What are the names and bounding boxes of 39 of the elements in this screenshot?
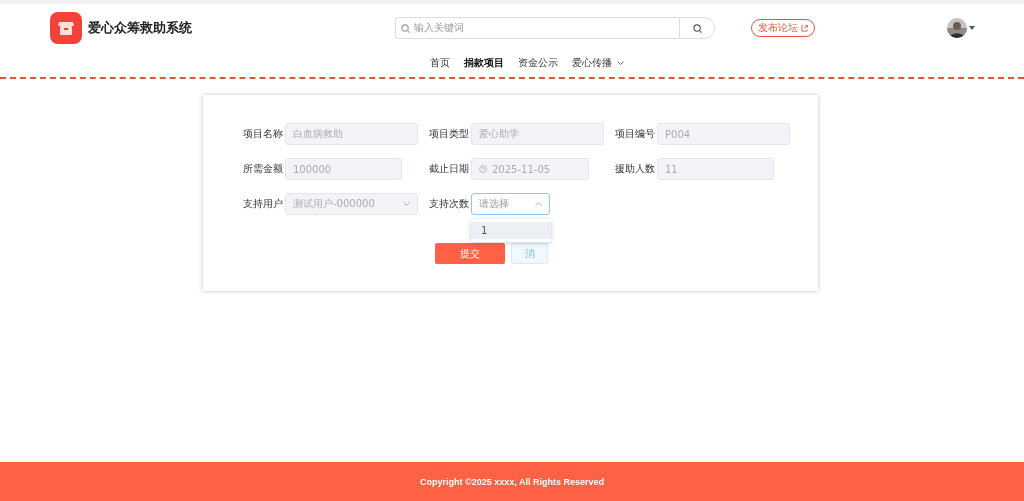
field-value: 11 xyxy=(665,163,678,175)
nav-tab[interactable]: 资金公示 xyxy=(518,56,558,70)
external-link-icon xyxy=(801,24,808,32)
field-value: 2025-11-05 xyxy=(492,163,551,175)
caret-icon[interactable] xyxy=(969,26,975,30)
field-value: P004 xyxy=(665,128,691,140)
chevron-down-icon xyxy=(617,61,624,65)
field-label: 项目类型 xyxy=(429,127,470,141)
nav-tab[interactable]: 爱心传播 xyxy=(572,56,624,70)
logo-icon xyxy=(50,12,82,44)
search-icon xyxy=(692,23,702,33)
search-placeholder: 输入关键词 xyxy=(414,21,464,35)
chevron-up-icon xyxy=(535,202,542,206)
submit-button[interactable]: 提交 xyxy=(435,243,505,264)
field-value: 爱心助学 xyxy=(479,127,519,141)
field-label: 支持次数 xyxy=(429,197,470,211)
field-value: 100000 xyxy=(293,163,332,175)
search-field[interactable]: 输入关键词 xyxy=(395,17,679,39)
copyright-text: Copyright ©2025 xxxx, All Rights Reserved xyxy=(420,477,604,489)
field-label: 所需金额 xyxy=(243,162,284,176)
clock-icon xyxy=(479,165,487,173)
nav-tab[interactable]: 首页 xyxy=(430,56,450,70)
search-button[interactable] xyxy=(679,17,715,39)
nav-tab[interactable]: 捐款项目 xyxy=(464,56,504,70)
search-icon xyxy=(401,23,410,33)
field-label: 援助人数 xyxy=(615,162,656,176)
field-value: 白血病救助 xyxy=(293,127,343,141)
chevron-down-icon xyxy=(403,202,410,206)
select-field[interactable]: 请选择 xyxy=(471,193,550,215)
dropdown-option[interactable]: 1 xyxy=(471,222,551,239)
publish-button[interactable]: 发布论坛 xyxy=(751,19,815,37)
field-label: 截止日期 xyxy=(429,162,470,176)
field-value: 测试用户-000000 xyxy=(293,197,375,211)
site-title: 爱心众筹救助系统 xyxy=(88,19,192,37)
field-label: 项目编号 xyxy=(615,127,656,141)
field-label: 项目名称 xyxy=(243,127,284,141)
cancel-button[interactable]: 消 xyxy=(511,243,548,264)
field-label: 支持用户 xyxy=(243,197,284,211)
select-placeholder: 请选择 xyxy=(479,197,509,211)
